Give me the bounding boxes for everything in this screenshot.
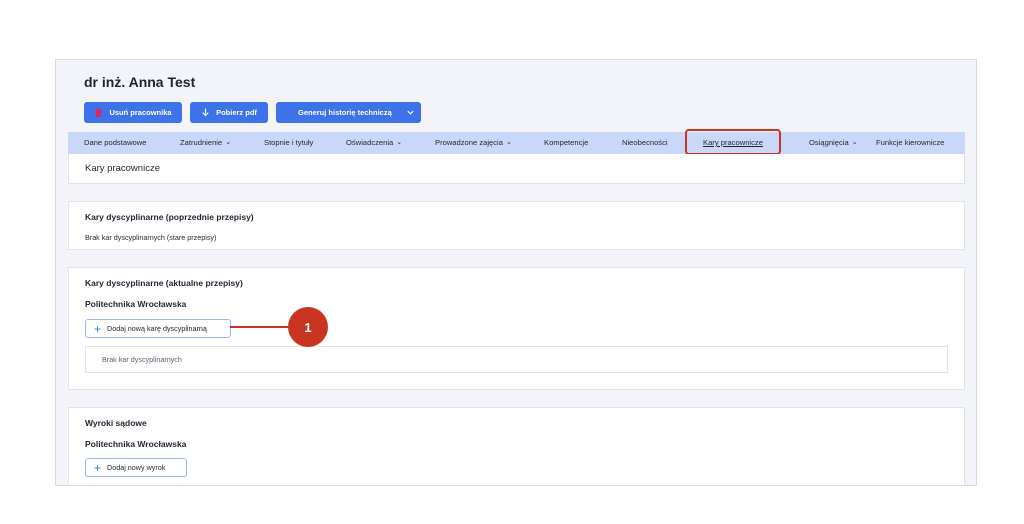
tab-basic-data[interactable]: Dane podstawowe: [84, 132, 146, 154]
plus-icon: +: [94, 460, 102, 475]
chevron-down-icon: [407, 110, 414, 115]
court-rulings-card: Wyroki sądowe Politechnika Wrocławska + …: [68, 407, 965, 485]
add-disciplinary-penalty-label: Dodaj nową karę dyscyplinarną: [107, 324, 207, 333]
old-rules-title: Kary dyscyplinarne (poprzednie przepisy): [85, 212, 254, 222]
download-icon: [202, 108, 209, 117]
tab-management-functions[interactable]: Funkcje kierownicze: [876, 132, 944, 154]
current-rules-title: Kary dyscyplinarne (aktualne przepisy): [85, 278, 243, 288]
generate-history-button[interactable]: Generuj historię techniczą: [276, 102, 421, 123]
add-disciplinary-penalty-button[interactable]: + Dodaj nową karę dyscyplinarną: [85, 319, 231, 338]
add-ruling-button[interactable]: + Dodaj nowy wyrok: [85, 458, 187, 477]
employee-panel: dr inż. Anna Test Usuń pracownika Pobier…: [55, 59, 977, 486]
chevron-down-icon: ⌄: [396, 139, 403, 146]
section-title: Kary pracownicze: [85, 163, 160, 174]
current-rules-institution: Politechnika Wrocławska: [85, 299, 187, 309]
tab-classes[interactable]: Prowadzone zajęcia ⌄: [435, 132, 512, 154]
court-rulings-title: Wyroki sądowe: [85, 418, 147, 428]
tab-employment[interactable]: Zatrudnienie ⌄: [180, 132, 231, 154]
trash-icon: [95, 108, 103, 117]
delete-employee-button[interactable]: Usuń pracownika: [84, 102, 182, 123]
tab-highlight-frame: [685, 129, 781, 155]
court-rulings-institution: Politechnika Wrocławska: [85, 439, 187, 449]
penalties-empty-box: Brak kar dyscyplinarnych: [85, 346, 948, 373]
chevron-down-icon: ⌄: [225, 139, 232, 146]
callout-badge: 1: [288, 307, 328, 347]
tab-bar: Dane podstawowe Zatrudnienie ⌄ Stopnie i …: [68, 129, 965, 155]
tab-achievements[interactable]: Osiągnięcia ⌄: [809, 132, 858, 154]
old-rules-empty-text: Brak kar dyscyplinarnych (stare przepisy…: [85, 233, 217, 242]
tab-absences[interactable]: Nieobecności: [622, 132, 668, 154]
tab-declarations[interactable]: Oświadczenia ⌄: [346, 132, 402, 154]
current-rules-card: Kary dyscyplinarne (aktualne przepisy) P…: [68, 267, 965, 390]
penalties-empty-text: Brak kar dyscyplinarnych: [102, 355, 182, 364]
section-header: Kary pracownicze: [68, 154, 965, 184]
tab-degrees[interactable]: Stopnie i tytuły: [264, 132, 313, 154]
tab-competences[interactable]: Kompetencje: [544, 132, 588, 154]
generate-history-label: Generuj historię techniczą: [298, 108, 392, 117]
chevron-down-icon: ⌄: [505, 139, 512, 146]
employee-name: dr inż. Anna Test: [84, 74, 196, 90]
download-pdf-label: Pobierz pdf: [216, 108, 257, 117]
old-rules-card: Kary dyscyplinarne (poprzednie przepisy)…: [68, 201, 965, 250]
chevron-down-icon: ⌄: [851, 139, 858, 146]
delete-employee-label: Usuń pracownika: [109, 108, 172, 117]
download-pdf-button[interactable]: Pobierz pdf: [190, 102, 268, 123]
plus-icon: +: [94, 321, 102, 336]
add-ruling-label: Dodaj nowy wyrok: [107, 463, 166, 472]
callout-connector: [230, 326, 291, 328]
